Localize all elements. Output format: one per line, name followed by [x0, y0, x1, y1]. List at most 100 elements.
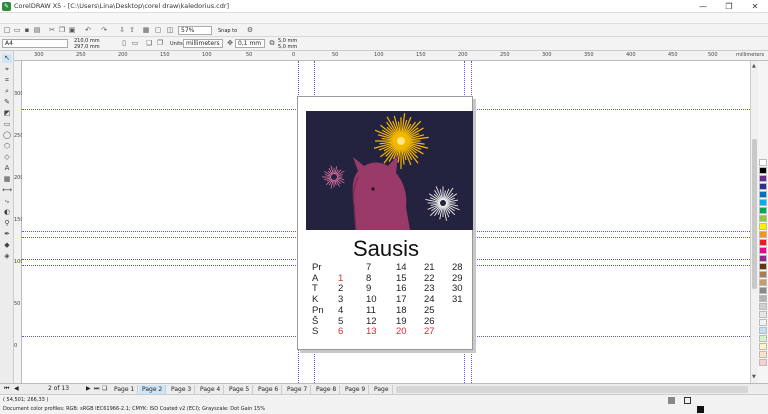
- page-tab[interactable]: Page 3: [168, 385, 196, 394]
- rectangle-tool-icon[interactable]: ▭: [2, 120, 12, 129]
- nudge-distance-field[interactable]: 0,1 mm: [235, 39, 265, 48]
- drawing-canvas[interactable]: Sausis Pr A T K Pn Š S 1 2 3 4 5 6 7 8 9…: [22, 61, 750, 383]
- text-tool-icon[interactable]: A: [2, 164, 12, 173]
- units-select[interactable]: millimeters: [183, 39, 223, 48]
- fireworks-pig-illustration[interactable]: [306, 111, 473, 230]
- zoom-level-select[interactable]: 57%: [178, 26, 212, 35]
- horizontal-scrollbar[interactable]: [396, 386, 748, 393]
- print-icon[interactable]: ▤: [33, 26, 41, 34]
- vertical-scrollbar[interactable]: ▲ ▼: [750, 61, 758, 383]
- shape-tool-icon[interactable]: ⌖: [2, 65, 12, 74]
- crop-tool-icon[interactable]: ⌗: [2, 76, 12, 85]
- redo-icon[interactable]: ↷: [100, 26, 108, 34]
- paper-size-select[interactable]: A4: [2, 39, 68, 48]
- welcome-screen-icon[interactable]: ▢: [154, 26, 162, 34]
- import-icon[interactable]: ⇩: [118, 26, 126, 34]
- table-tool-icon[interactable]: ▦: [2, 175, 12, 184]
- color-swatch[interactable]: [759, 295, 767, 302]
- last-page-icon[interactable]: ⏭: [94, 386, 99, 392]
- first-page-icon[interactable]: ⏮: [4, 386, 9, 392]
- pick-tool-icon[interactable]: ↖: [2, 54, 12, 63]
- color-swatch[interactable]: [759, 215, 767, 222]
- color-swatch[interactable]: [759, 311, 767, 318]
- page-height-field[interactable]: 297,0 mm: [74, 44, 100, 50]
- paste-icon[interactable]: ▣: [68, 26, 76, 34]
- color-swatch[interactable]: [759, 319, 767, 326]
- color-swatch[interactable]: [759, 183, 767, 190]
- color-swatch[interactable]: [759, 327, 767, 334]
- ellipse-tool-icon[interactable]: ◯: [2, 131, 12, 140]
- color-swatch[interactable]: [759, 191, 767, 198]
- color-swatch[interactable]: [759, 271, 767, 278]
- scrollbar-thumb[interactable]: [752, 139, 757, 289]
- next-page-icon[interactable]: ▶: [86, 386, 91, 392]
- current-page-icon[interactable]: ❐: [156, 39, 164, 47]
- page-tab[interactable]: Page 5: [226, 385, 254, 394]
- copy-icon[interactable]: ❐: [58, 26, 66, 34]
- page-tab[interactable]: Page 8: [313, 385, 341, 394]
- connector-tool-icon[interactable]: ⤷: [2, 197, 12, 206]
- color-swatch[interactable]: [759, 247, 767, 254]
- color-profiles-info[interactable]: Document color profiles: RGB: sRGB IEC61…: [3, 406, 265, 412]
- month-title[interactable]: Sausis: [298, 236, 474, 262]
- add-page-icon[interactable]: ❏: [102, 386, 107, 392]
- snap-to-dropdown[interactable]: Snap to: [218, 28, 237, 34]
- previous-page-icon[interactable]: ◀: [14, 386, 19, 392]
- duplicate-y-field[interactable]: 5,0 mm: [278, 44, 297, 50]
- minimize-button[interactable]: —: [690, 0, 716, 13]
- corel-connect-icon[interactable]: ◫: [166, 26, 174, 34]
- outline-color-swatch[interactable]: [697, 406, 704, 413]
- basic-shapes-tool-icon[interactable]: ◇: [2, 153, 12, 162]
- zoom-tool-icon[interactable]: ⌕: [2, 87, 12, 96]
- fill-tool-icon[interactable]: ◆: [2, 241, 12, 250]
- eyedropper-tool-icon[interactable]: ⚲: [2, 219, 12, 228]
- color-swatch[interactable]: [759, 207, 767, 214]
- export-icon[interactable]: ⇧: [128, 26, 136, 34]
- page-tab[interactable]: Page: [371, 385, 393, 394]
- dimension-tool-icon[interactable]: ⟷: [2, 186, 12, 195]
- color-swatch[interactable]: [759, 255, 767, 262]
- color-swatch[interactable]: [759, 359, 767, 366]
- undo-icon[interactable]: ↶: [84, 26, 92, 34]
- outline-tool-icon[interactable]: ✒: [2, 230, 12, 239]
- color-swatch[interactable]: [759, 287, 767, 294]
- page-tab[interactable]: Page 4: [197, 385, 225, 394]
- page-tab[interactable]: Page 7: [284, 385, 312, 394]
- cut-icon[interactable]: ✂: [48, 26, 56, 34]
- color-swatch[interactable]: [759, 343, 767, 350]
- blend-tool-icon[interactable]: ◐: [2, 208, 12, 217]
- page-tab[interactable]: Page 9: [342, 385, 370, 394]
- color-swatch[interactable]: [759, 167, 767, 174]
- close-button[interactable]: ✕: [742, 0, 768, 13]
- color-swatch[interactable]: [759, 263, 767, 270]
- color-swatch[interactable]: [759, 351, 767, 358]
- color-swatch[interactable]: [759, 303, 767, 310]
- freehand-tool-icon[interactable]: ✎: [2, 98, 12, 107]
- page-tab[interactable]: Page 2: [139, 385, 167, 394]
- interactive-fill-tool-icon[interactable]: ◈: [2, 252, 12, 261]
- scroll-up-icon[interactable]: ▲: [752, 63, 757, 69]
- page-tab[interactable]: Page 1: [111, 385, 139, 394]
- color-swatch[interactable]: [759, 239, 767, 246]
- app-launcher-icon[interactable]: ▦: [142, 26, 150, 34]
- options-icon[interactable]: ⚙: [246, 26, 254, 34]
- calendar-grid[interactable]: Pr A T K Pn Š S 1 2 3 4 5 6 7 8 9 10 11 …: [312, 262, 472, 343]
- color-swatch[interactable]: [759, 231, 767, 238]
- landscape-icon[interactable]: ▭: [131, 39, 139, 47]
- fill-indicator-icon[interactable]: [668, 397, 675, 404]
- save-icon[interactable]: ▪: [23, 26, 31, 34]
- outline-indicator-icon[interactable]: [684, 397, 691, 404]
- color-swatch[interactable]: [759, 279, 767, 286]
- color-swatch[interactable]: [759, 223, 767, 230]
- portrait-icon[interactable]: ▯: [120, 39, 128, 47]
- polygon-tool-icon[interactable]: ⬡: [2, 142, 12, 151]
- maximize-button[interactable]: ❐: [716, 0, 742, 13]
- calendar-page[interactable]: Sausis Pr A T K Pn Š S 1 2 3 4 5 6 7 8 9…: [297, 96, 473, 350]
- smart-fill-tool-icon[interactable]: ◩: [2, 109, 12, 118]
- page-tab[interactable]: Page 6: [255, 385, 283, 394]
- all-pages-icon[interactable]: ❏: [145, 39, 153, 47]
- color-swatch[interactable]: [759, 335, 767, 342]
- open-icon[interactable]: ▭: [13, 26, 21, 34]
- color-swatch[interactable]: [759, 175, 767, 182]
- scroll-down-icon[interactable]: ▼: [752, 374, 757, 380]
